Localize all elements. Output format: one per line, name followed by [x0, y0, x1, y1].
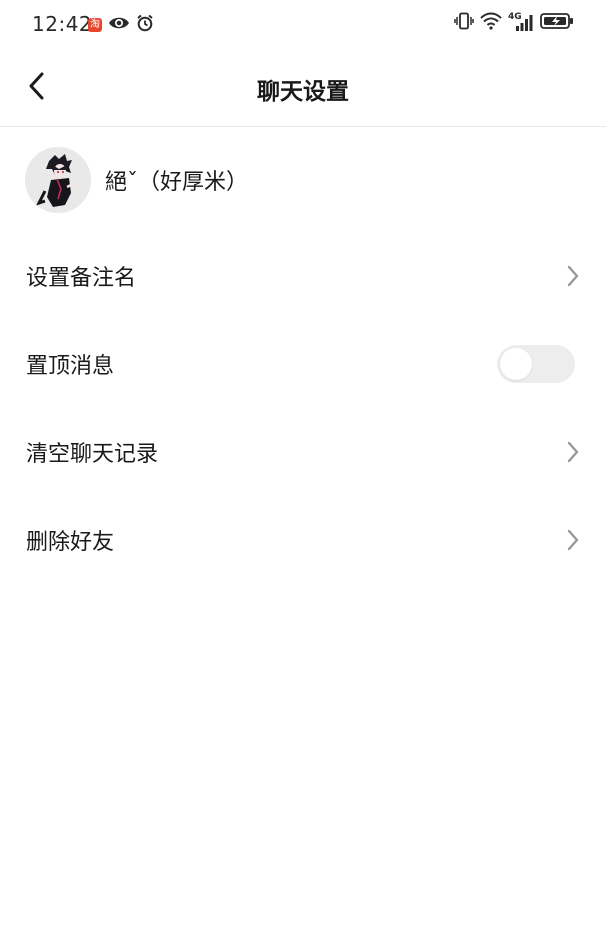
vibrate-icon [454, 12, 474, 34]
header: 聊天设置 [0, 50, 606, 127]
setting-label: 置顶消息 [26, 354, 115, 379]
status-time: 12:42 [32, 12, 93, 36]
chat-settings-screen: 12:42 淘 4G 聊天设置 絕ˇ（好厚米） 设置备注名 置顶消息 清空聊天记… [0, 0, 606, 937]
pin-toggle[interactable] [497, 345, 575, 383]
battery-charging-icon [540, 12, 574, 34]
alarm-icon [136, 14, 154, 36]
taobao-icon: 淘 [88, 18, 102, 32]
chevron-right-icon [564, 440, 582, 464]
setting-label: 清空聊天记录 [26, 442, 159, 467]
setting-clear-history[interactable]: 清空聊天记录 [0, 408, 606, 496]
setting-remark-name[interactable]: 设置备注名 [0, 232, 606, 320]
status-bar: 12:42 淘 4G [0, 0, 606, 50]
setting-label: 删除好友 [26, 530, 115, 555]
setting-label: 设置备注名 [26, 266, 137, 291]
settings-list: 设置备注名 置顶消息 清空聊天记录 删除好友 [0, 232, 606, 584]
profile-row[interactable]: 絕ˇ（好厚米） [25, 146, 248, 214]
avatar[interactable] [25, 147, 91, 213]
profile-name: 絕ˇ（好厚米） [105, 170, 249, 195]
status-left-icons: 淘 [88, 14, 154, 36]
eye-icon [108, 15, 130, 35]
setting-pin-message: 置顶消息 [0, 320, 606, 408]
signal-4g-icon: 4G [508, 12, 534, 32]
toggle-knob [500, 348, 532, 380]
wifi-icon [480, 12, 502, 34]
page-title: 聊天设置 [257, 79, 349, 105]
setting-delete-friend[interactable]: 删除好友 [0, 496, 606, 584]
chevron-right-icon [564, 264, 582, 288]
chevron-right-icon [564, 528, 582, 552]
status-right-icons: 4G [454, 12, 574, 34]
